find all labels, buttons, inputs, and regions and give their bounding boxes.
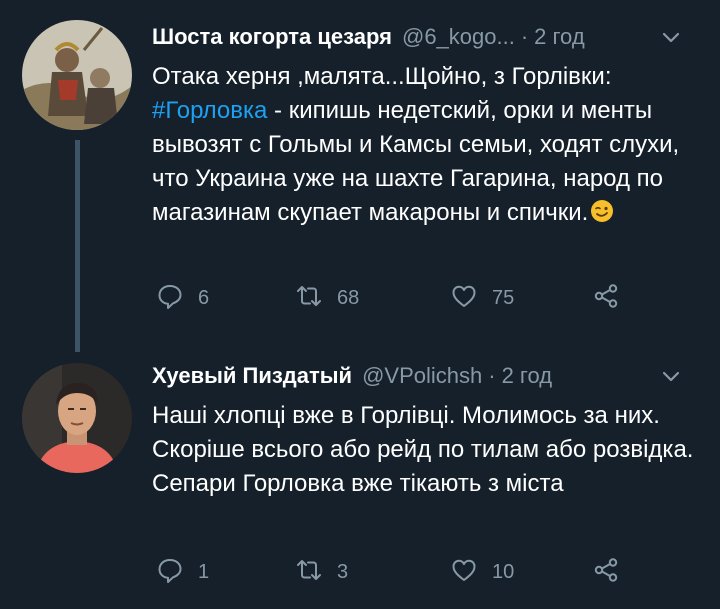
share-icon <box>592 282 620 315</box>
reply-icon <box>156 282 184 315</box>
share-button[interactable] <box>592 278 620 318</box>
chevron-down-icon[interactable] <box>660 26 682 48</box>
avatar[interactable] <box>22 363 132 473</box>
tweet[interactable]: Хуевый Пиздатый @VPolichsh · 2 год Наші … <box>0 345 720 609</box>
action-bar: 6 68 75 <box>152 278 652 318</box>
reply-icon <box>156 556 184 589</box>
like-icon <box>450 556 478 589</box>
reply-button[interactable]: 6 <box>156 278 209 318</box>
winking-face-emoji-icon <box>590 199 614 223</box>
retweet-button[interactable]: 68 <box>295 278 359 318</box>
like-icon <box>450 282 478 315</box>
separator-dot: · <box>520 24 529 49</box>
author-handle[interactable]: @6_kogo... <box>402 24 515 50</box>
tweet-text-before: Отака херня ,малята...Щойно, з Горлівки: <box>152 63 612 90</box>
action-bar: 1 3 10 <box>152 552 652 592</box>
avatar[interactable] <box>22 20 132 130</box>
hashtag-link[interactable]: #Горловка <box>152 97 267 124</box>
timestamp[interactable]: 2 год <box>502 363 552 389</box>
tweet-text: Наші хлопці вже в Горлівці. Молимось за … <box>152 402 694 497</box>
like-button[interactable]: 10 <box>450 552 514 592</box>
share-button[interactable] <box>592 552 620 592</box>
like-button[interactable]: 75 <box>450 278 514 318</box>
reply-count: 1 <box>198 560 210 583</box>
reply-button[interactable]: 1 <box>156 552 209 592</box>
reply-count: 6 <box>198 286 210 309</box>
tweet-header: Хуевый Пиздатый @VPolichsh · 2 год <box>152 359 700 393</box>
retweet-count: 68 <box>337 286 360 309</box>
retweet-icon <box>295 556 323 589</box>
retweet-button[interactable]: 3 <box>295 552 348 592</box>
author-name[interactable]: Хуевый Пиздатый <box>152 363 352 389</box>
tweet[interactable]: Шоста когорта цезаря @6_kogo... · 2 год … <box>0 0 720 352</box>
author-name[interactable]: Шоста когорта цезаря <box>152 24 392 50</box>
share-icon <box>592 556 620 589</box>
retweet-icon <box>295 282 323 315</box>
like-count: 75 <box>492 286 515 309</box>
tweet-text: Отака херня ,малята...Щойно, з Горлівки:… <box>152 60 692 230</box>
separator-dot: · <box>488 363 496 388</box>
retweet-count: 3 <box>337 560 349 583</box>
like-count: 10 <box>492 560 515 583</box>
tweet-header: Шоста когорта цезаря @6_kogo... · 2 год <box>152 20 700 54</box>
chevron-down-icon[interactable] <box>660 365 682 387</box>
thread-line <box>75 140 80 352</box>
timestamp[interactable]: 2 год <box>534 24 584 50</box>
author-handle[interactable]: @VPolichsh <box>362 363 482 389</box>
